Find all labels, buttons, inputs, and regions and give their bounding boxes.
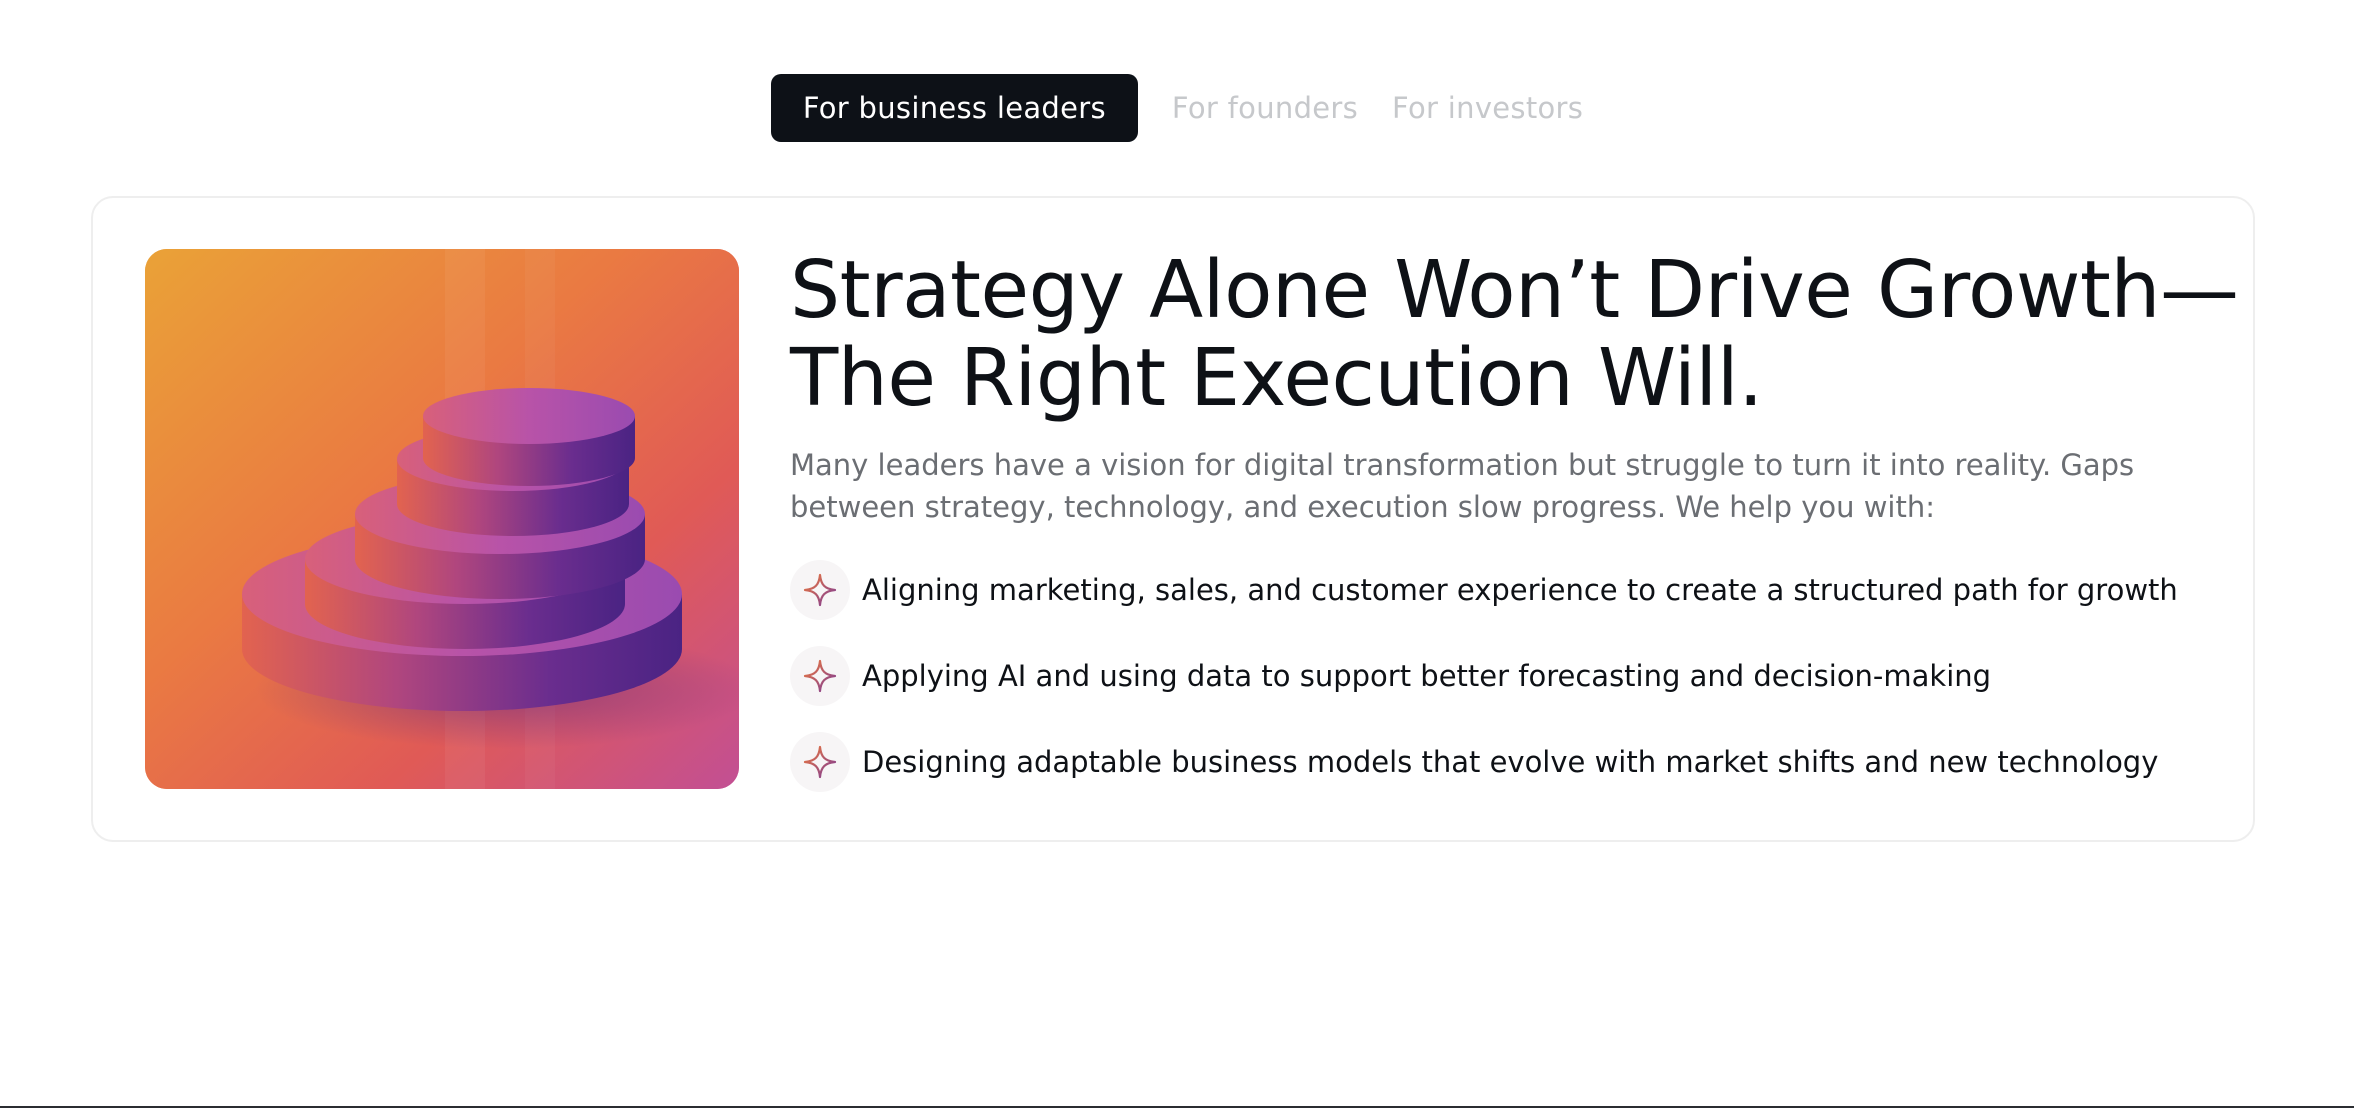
list-item-text: Aligning marketing, sales, and customer … xyxy=(862,573,2178,607)
list-item: Applying AI and using data to support be… xyxy=(790,646,2210,706)
sparkle-icon xyxy=(790,732,850,792)
audience-tabs: For business leaders For founders For in… xyxy=(0,74,2354,142)
sparkle-icon xyxy=(790,560,850,620)
tab-founders[interactable]: For founders xyxy=(1172,74,1358,142)
list-item-text: Designing adaptable business models that… xyxy=(862,745,2159,779)
panel-headline: Strategy Alone Won’t Drive Growth— The R… xyxy=(790,244,2239,424)
list-item: Aligning marketing, sales, and customer … xyxy=(790,560,2210,620)
headline-line-1: Strategy Alone Won’t Drive Growth— xyxy=(790,244,2239,336)
tab-investors[interactable]: For investors xyxy=(1392,74,1583,142)
panel-intro: Many leaders have a vision for digital t… xyxy=(790,448,2135,524)
tab-business-leaders[interactable]: For business leaders xyxy=(770,74,1138,142)
headline-line-2: The Right Execution Will. xyxy=(790,332,1763,424)
tab-panel-card: Strategy Alone Won’t Drive Growth— The R… xyxy=(91,196,2255,842)
stacked-discs-image xyxy=(145,249,739,789)
benefit-list: Aligning marketing, sales, and customer … xyxy=(790,560,2210,792)
panel-content: Strategy Alone Won’t Drive Growth— The R… xyxy=(790,244,2239,818)
sparkle-icon xyxy=(790,646,850,706)
list-item-text: Applying AI and using data to support be… xyxy=(862,659,1992,693)
list-item: Designing adaptable business models that… xyxy=(790,732,2210,792)
